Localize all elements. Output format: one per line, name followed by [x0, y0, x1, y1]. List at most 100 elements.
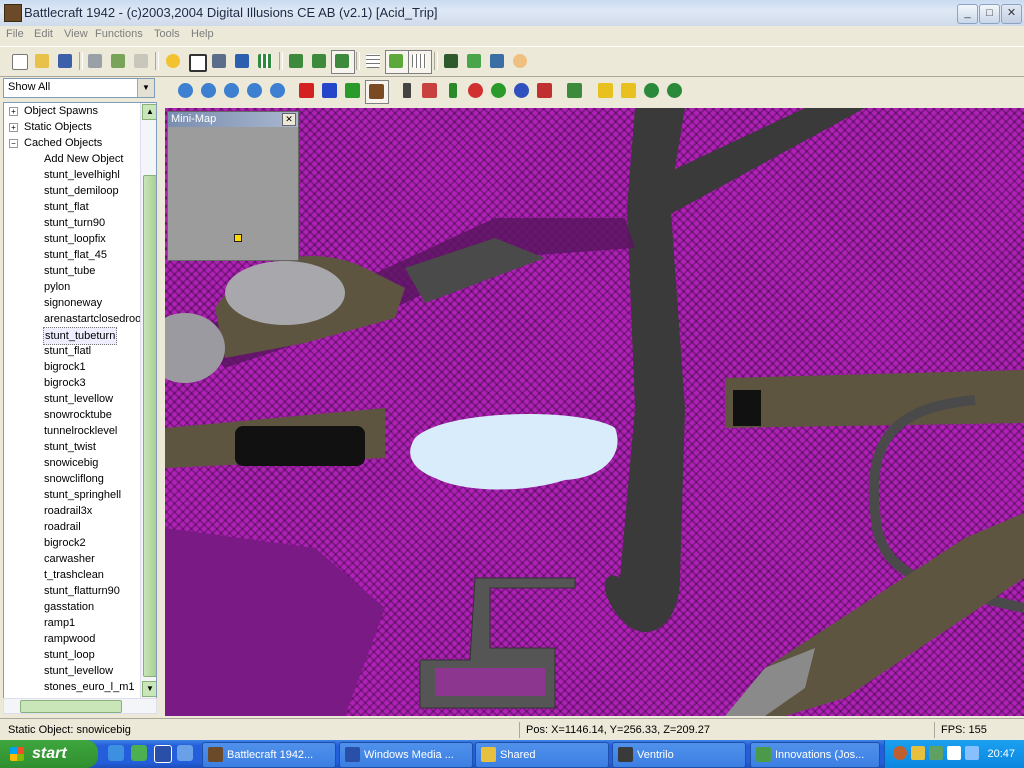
people-button[interactable]	[208, 50, 232, 74]
save-button[interactable]	[54, 50, 78, 74]
tree-item[interactable]: snowcliflong	[43, 471, 105, 487]
object-tree[interactable]: + Object Spawns + Static Objects − Cached Obj…	[3, 102, 157, 700]
tree-item[interactable]: stunt_twist	[43, 439, 97, 455]
tray-user-icon[interactable]	[911, 746, 925, 760]
tree-item[interactable]: tunnelrocklevel	[43, 423, 118, 439]
tree-item[interactable]: roadrail3x	[43, 503, 93, 519]
tree-item[interactable]: rampwood	[43, 631, 96, 647]
minimize-button[interactable]: _	[957, 4, 978, 24]
lock-2-button[interactable]	[618, 80, 640, 102]
tree-item[interactable]: bigrock1	[43, 359, 87, 375]
move-tool-button[interactable]	[419, 80, 441, 102]
object-filter-select[interactable]: Show All ▼	[3, 78, 155, 98]
palette-button[interactable]	[509, 50, 533, 74]
tree-item[interactable]: bigrock3	[43, 375, 87, 391]
texture-button[interactable]	[385, 50, 409, 74]
taskbar-button[interactable]: Innovations (Jos...	[750, 742, 880, 768]
tree-item[interactable]: stunt_flatturn90	[43, 583, 121, 599]
menu-tools[interactable]: Tools	[154, 28, 180, 40]
tray-network-icon[interactable]	[929, 746, 943, 760]
terrain-up-button[interactable]	[285, 50, 309, 74]
tree-item[interactable]: stunt_flatl	[43, 343, 92, 359]
taskbar-button[interactable]: Ventrilo	[612, 742, 746, 768]
place-object-button[interactable]	[534, 80, 556, 102]
tree-item[interactable]: ramp1	[43, 615, 76, 631]
maximize-button[interactable]: □	[979, 4, 1000, 24]
tree-item[interactable]: stunt_turn90	[43, 215, 106, 231]
internet-explorer-icon[interactable]	[108, 745, 124, 761]
close-button[interactable]: ✕	[1001, 4, 1022, 24]
copy-button[interactable]	[107, 50, 131, 74]
terrain-mode-button[interactable]	[331, 50, 355, 74]
tree-item[interactable]: t_trashclean	[43, 567, 105, 583]
tree-item[interactable]: stunt_demiloop	[43, 183, 120, 199]
scrollbar-thumb[interactable]	[143, 175, 156, 677]
paste-button[interactable]	[130, 50, 154, 74]
tree-item[interactable]: signoneway	[43, 295, 103, 311]
start-button[interactable]: start	[0, 740, 98, 768]
home-view-button[interactable]	[175, 80, 197, 102]
tree-item[interactable]: roadrail	[43, 519, 82, 535]
grid-small-button[interactable]	[362, 50, 386, 74]
select-tool-button[interactable]	[396, 80, 418, 102]
expand-plus-icon[interactable]: +	[9, 123, 18, 132]
menu-file[interactable]: File	[6, 28, 24, 40]
view-mode-2-button[interactable]	[198, 80, 220, 102]
tree-item[interactable]: stunt_levellow	[43, 663, 114, 679]
sun-button[interactable]	[162, 50, 186, 74]
green-object-button[interactable]	[342, 80, 364, 102]
binoculars-button[interactable]	[440, 50, 464, 74]
terrain-snap-button[interactable]	[564, 80, 586, 102]
lock-1-button[interactable]	[595, 80, 617, 102]
tree-vertical-scrollbar[interactable]: ▲ ▼	[140, 103, 156, 699]
tree-item[interactable]: arenastartclosedroo	[43, 311, 142, 327]
tray-volume-icon[interactable]	[947, 746, 961, 760]
render-button[interactable]	[486, 50, 510, 74]
3d-viewport[interactable]: Mini-Map ✕	[165, 108, 1024, 716]
tree-item[interactable]: carwasher	[43, 551, 96, 567]
scroll-down-arrow-icon[interactable]: ▼	[142, 681, 156, 697]
menu-functions[interactable]: Functions	[95, 28, 143, 40]
tree-item[interactable]: stunt_loopfix	[43, 231, 107, 247]
menu-edit[interactable]: Edit	[34, 28, 53, 40]
tree-item[interactable]: snowicebig	[43, 455, 99, 471]
brown-object-button[interactable]	[365, 80, 389, 104]
close-icon[interactable]: ✕	[282, 113, 296, 126]
chevron-down-icon[interactable]: ▼	[137, 79, 154, 97]
show-desktop-icon[interactable]	[177, 745, 193, 761]
cut-button[interactable]	[84, 50, 108, 74]
move-vertical-button[interactable]	[442, 80, 464, 102]
tree-item[interactable]: stunt_flat_45	[43, 247, 108, 263]
tree-item[interactable]: stunt_loop	[43, 647, 96, 663]
view-mode-5-button[interactable]	[267, 80, 289, 102]
tray-arrow-icon[interactable]	[893, 746, 907, 760]
expand-plus-icon[interactable]: +	[9, 107, 18, 116]
tree-item[interactable]: Add New Object	[43, 151, 124, 167]
view-mode-3-button[interactable]	[221, 80, 243, 102]
horizontal-scrollbar-thumb[interactable]	[20, 700, 122, 713]
tree-item[interactable]: gasstation	[43, 599, 95, 615]
rotate-z-button[interactable]	[511, 80, 533, 102]
tree-item[interactable]: stones_euro_l_m1	[43, 679, 136, 695]
menu-help[interactable]: Help	[191, 28, 214, 40]
taskbar-button[interactable]: Windows Media ...	[339, 742, 473, 768]
messenger-icon[interactable]	[131, 745, 147, 761]
tree-horizontal-scrollbar[interactable]	[3, 698, 157, 714]
lock-4-button[interactable]	[664, 80, 686, 102]
tree-item[interactable]: pylon	[43, 279, 71, 295]
rotate-y-button[interactable]	[488, 80, 510, 102]
grid-overlay-button[interactable]	[408, 50, 432, 74]
media-player-icon[interactable]	[154, 745, 172, 763]
tree-item[interactable]: stunt_flat	[43, 199, 90, 215]
tree-item[interactable]: bigrock2	[43, 535, 87, 551]
tree-item[interactable]: stunt_tube	[43, 263, 96, 279]
frame-button[interactable]	[185, 50, 209, 74]
map-button[interactable]	[463, 50, 487, 74]
view-mode-4-button[interactable]	[244, 80, 266, 102]
scroll-up-arrow-icon[interactable]: ▲	[142, 104, 156, 120]
tree-item[interactable]: snowrocktube	[43, 407, 113, 423]
red-object-button[interactable]	[296, 80, 318, 102]
tree-item[interactable]: stunt_levellow	[43, 391, 114, 407]
tree-item[interactable]: stunt_springhell	[43, 487, 122, 503]
blue-object-button[interactable]	[319, 80, 341, 102]
